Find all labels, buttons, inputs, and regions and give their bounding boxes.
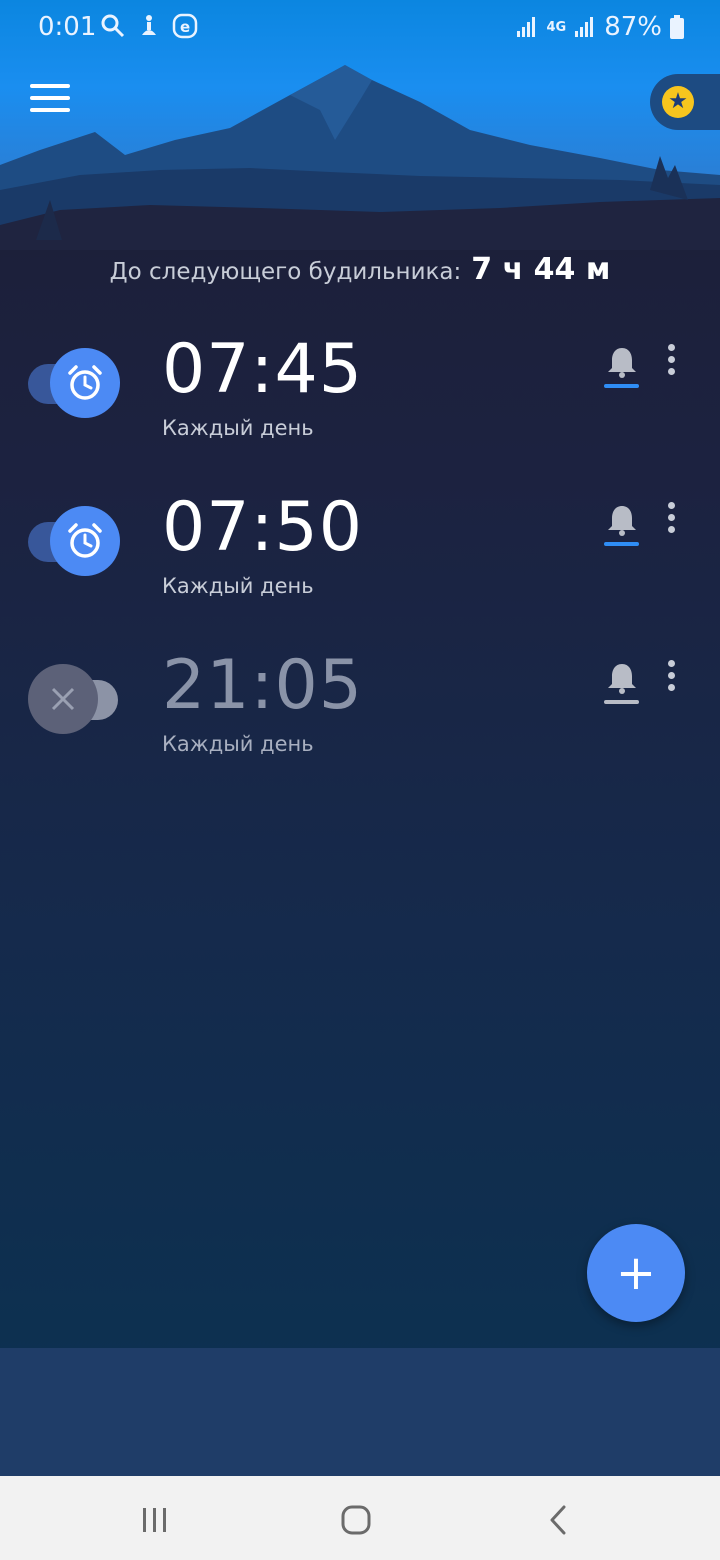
status-time: 0:01 xyxy=(38,12,97,42)
system-navigation-bar xyxy=(0,1476,720,1560)
alarm-sound-button[interactable] xyxy=(604,660,640,704)
add-alarm-button[interactable]: + xyxy=(587,1224,685,1322)
recent-apps-icon xyxy=(143,1508,166,1532)
alarm-repeat-label: Каждый день xyxy=(162,574,314,598)
recent-apps-button[interactable] xyxy=(125,1498,185,1542)
bottom-panel xyxy=(0,1348,720,1476)
battery-icon xyxy=(670,15,684,39)
bell-icon xyxy=(608,348,636,378)
alarm-toggle[interactable] xyxy=(28,506,120,578)
alarm-item[interactable]: 07:45 Каждый день xyxy=(0,322,720,472)
next-alarm-label: До следующего будильника: xyxy=(109,259,462,285)
alarm-clock-icon xyxy=(68,523,102,558)
alarm-item[interactable]: 07:50 Каждый день xyxy=(0,480,720,630)
alarm-time[interactable]: 21:05 xyxy=(162,646,363,725)
more-options-icon[interactable] xyxy=(658,344,684,384)
browser-e-icon: e xyxy=(172,13,198,39)
alarm-sound-button[interactable] xyxy=(604,502,640,546)
bell-icon xyxy=(608,506,636,536)
bell-icon xyxy=(608,664,636,694)
alarm-toggle[interactable] xyxy=(28,348,120,420)
status-bar: 0:01 e 4G 87% xyxy=(0,0,720,54)
alarm-sound-button[interactable] xyxy=(604,344,640,388)
alarm-repeat-label: Каждый день xyxy=(162,416,314,440)
more-options-icon[interactable] xyxy=(658,502,684,542)
signal-icon-secondary xyxy=(575,17,594,37)
alarm-clock-icon xyxy=(68,365,102,400)
alarm-time[interactable]: 07:50 xyxy=(162,488,363,567)
back-icon xyxy=(550,1505,566,1535)
home-icon xyxy=(341,1505,371,1535)
more-options-icon[interactable] xyxy=(658,660,684,700)
battery-percent: 87% xyxy=(604,12,662,42)
search-icon xyxy=(101,14,125,38)
alarm-toggle[interactable] xyxy=(28,664,120,736)
alarm-item[interactable]: 21:05 Каждый день xyxy=(0,638,720,788)
accessibility-icon xyxy=(142,15,156,35)
premium-button[interactable]: ★ xyxy=(650,74,720,130)
close-icon xyxy=(51,687,75,711)
back-button[interactable] xyxy=(528,1498,588,1542)
alarm-repeat-label: Каждый день xyxy=(162,732,314,756)
network-type-label: 4G xyxy=(546,19,567,35)
home-button[interactable] xyxy=(326,1498,386,1542)
star-coin-icon: ★ xyxy=(662,86,694,118)
alarm-time[interactable]: 07:45 xyxy=(162,330,363,409)
next-alarm-countdown: 7 ч 44 м xyxy=(471,252,611,287)
next-alarm-info: До следующего будильника: 7 ч 44 м xyxy=(0,252,720,287)
signal-icon xyxy=(517,17,536,37)
svg-text:e: e xyxy=(180,18,190,36)
hamburger-menu-icon[interactable] xyxy=(30,84,70,118)
